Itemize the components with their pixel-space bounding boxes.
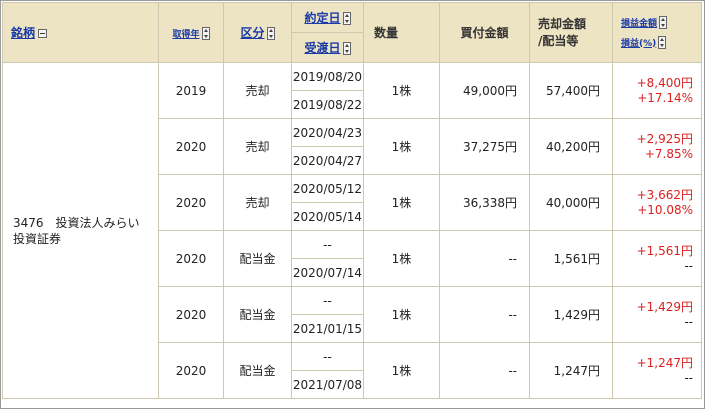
header-acquired-year: 取得年 [158, 2, 224, 63]
settlement-date-cell: 2020/05/14 [291, 202, 364, 231]
header-profit-loss: 損益金額 損益(%) [612, 2, 702, 63]
security-name-line1: 3476 投資法人みらい [13, 215, 140, 230]
pl-amount: +3,662円 [636, 187, 693, 202]
header-settlement-date: 受渡日 [291, 32, 364, 63]
quantity-cell: 1株 [363, 342, 440, 399]
sort-security-link[interactable]: 銘柄 [11, 26, 35, 40]
pl-rate: -- [684, 258, 693, 273]
header-sale-amount: 売却金額 /配当等 [529, 2, 613, 63]
acquired-year-cell: 2020 [158, 118, 224, 175]
sale-amount-cell: 40,000円 [529, 174, 613, 231]
header-trade-date: 約定日 [291, 2, 364, 33]
trade-date-cell: 2020/05/12 [291, 174, 364, 203]
sale-amount-cell: 1,247円 [529, 342, 613, 399]
sort-acquired-year-link[interactable]: 取得年 [172, 30, 199, 40]
header-purchase-amount: 買付金額 [439, 2, 530, 63]
sort-toggle-icon[interactable] [659, 15, 668, 29]
category-cell: 売却 [223, 174, 292, 231]
purchase-amount-cell: -- [439, 342, 530, 399]
settlement-date-cell: 2019/08/22 [291, 90, 364, 119]
profit-loss-cell: +1,247円 -- [612, 342, 702, 399]
sort-toggle-icon[interactable] [342, 42, 351, 55]
settlement-date-cell: 2021/01/15 [291, 314, 364, 343]
trade-history-panel: 銘柄 取得年 区分 約定日 数量 買付金額 売却金額 /配当等 損益金額 損益(… [0, 0, 705, 409]
pl-rate: -- [684, 370, 693, 385]
profit-loss-cell: +2,925円 +7.85% [612, 118, 702, 175]
pl-rate: +17.14% [637, 90, 693, 105]
quantity-cell: 1株 [363, 230, 440, 287]
sale-amount-cell: 1,429円 [529, 286, 613, 343]
security-name: 3476 投資法人みらい 投資証券 [2, 62, 159, 399]
acquired-year-cell: 2020 [158, 286, 224, 343]
pl-amount: +1,429円 [636, 299, 693, 314]
trade-date-cell: -- [291, 342, 364, 371]
pl-amount: +2,925円 [636, 131, 693, 146]
trade-history-table: 銘柄 取得年 区分 約定日 数量 買付金額 売却金額 /配当等 損益金額 損益(… [2, 2, 702, 399]
purchase-amount-cell: 37,275円 [439, 118, 530, 175]
purchase-amount-cell: -- [439, 286, 530, 343]
purchase-amount-cell: 49,000円 [439, 62, 530, 119]
settlement-date-cell: 2020/04/27 [291, 146, 364, 175]
pl-rate: +7.85% [644, 146, 693, 161]
sort-toggle-icon[interactable] [266, 27, 275, 40]
sort-pl-amount-link[interactable]: 損益金額 [621, 19, 657, 29]
header-security: 銘柄 [2, 2, 159, 63]
profit-loss-cell: +1,561円 -- [612, 230, 702, 287]
profit-loss-cell: +3,662円 +10.08% [612, 174, 702, 231]
acquired-year-cell: 2019 [158, 62, 224, 119]
quantity-cell: 1株 [363, 286, 440, 343]
trade-date-cell: -- [291, 230, 364, 259]
settlement-date-cell: 2021/07/08 [291, 370, 364, 399]
category-cell: 配当金 [223, 342, 292, 399]
sort-trade-date-link[interactable]: 約定日 [304, 11, 340, 25]
profit-loss-cell: +1,429円 -- [612, 286, 702, 343]
pl-amount: +8,400円 [636, 75, 693, 90]
sale-amount-cell: 57,400円 [529, 62, 613, 119]
settlement-date-cell: 2020/07/14 [291, 258, 364, 287]
security-name-line2: 投資証券 [13, 231, 62, 246]
acquired-year-cell: 2020 [158, 342, 224, 399]
category-cell: 配当金 [223, 230, 292, 287]
sort-settlement-date-link[interactable]: 受渡日 [304, 41, 340, 55]
pl-rate: -- [684, 314, 693, 329]
pl-amount: +1,247円 [636, 355, 693, 370]
sort-toggle-icon[interactable] [658, 35, 667, 49]
category-cell: 配当金 [223, 286, 292, 343]
purchase-amount-cell: -- [439, 230, 530, 287]
sort-toggle-icon[interactable] [342, 12, 351, 25]
category-cell: 売却 [223, 62, 292, 119]
trade-date-cell: -- [291, 286, 364, 315]
trade-date-cell: 2020/04/23 [291, 118, 364, 147]
header-quantity: 数量 [363, 2, 440, 63]
trade-date-cell: 2019/08/20 [291, 62, 364, 91]
collapse-icon[interactable] [38, 29, 48, 38]
sort-pl-rate-link[interactable]: 損益(%) [621, 39, 656, 49]
sale-amount-cell: 1,561円 [529, 230, 613, 287]
quantity-cell: 1株 [363, 62, 440, 119]
category-cell: 売却 [223, 118, 292, 175]
acquired-year-cell: 2020 [158, 230, 224, 287]
pl-rate: +10.08% [637, 202, 693, 217]
sort-category-link[interactable]: 区分 [240, 26, 264, 40]
sale-amount-cell: 40,200円 [529, 118, 613, 175]
table-row: 3476 投資法人みらい 投資証券 2019 売却 2019/08/20 1株 49,000… [2, 62, 702, 399]
sort-toggle-icon[interactable] [201, 26, 210, 40]
header-category: 区分 [223, 2, 292, 63]
pl-amount: +1,561円 [636, 243, 693, 258]
quantity-cell: 1株 [363, 118, 440, 175]
purchase-amount-cell: 36,338円 [439, 174, 530, 231]
quantity-cell: 1株 [363, 174, 440, 231]
profit-loss-cell: +8,400円 +17.14% [612, 62, 702, 119]
acquired-year-cell: 2020 [158, 174, 224, 231]
